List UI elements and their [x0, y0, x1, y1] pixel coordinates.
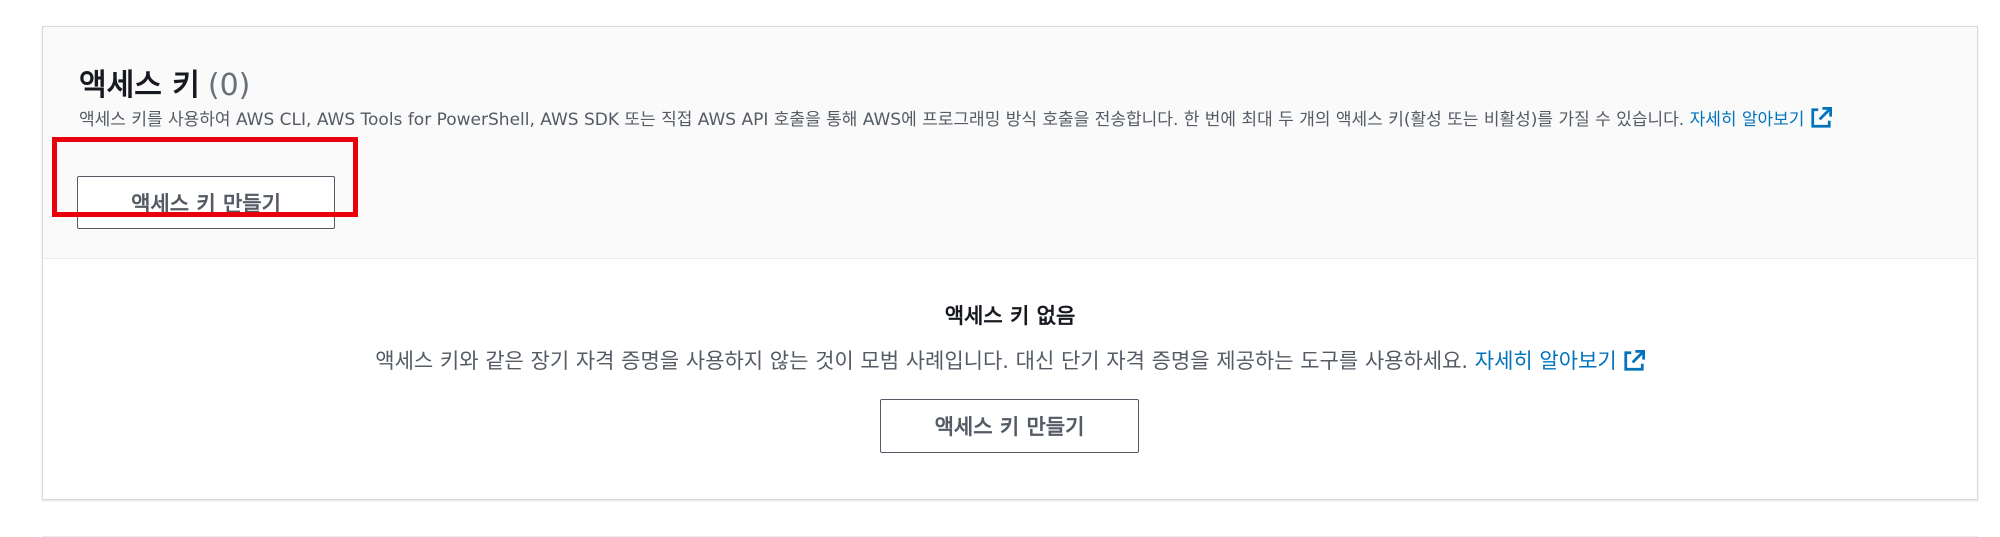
access-keys-count: (0)	[207, 68, 251, 103]
learn-more-link-text: 자세히 알아보기	[1474, 349, 1617, 373]
empty-state-description: 액세스 키와 같은 장기 자격 증명을 사용하지 않는 것이 모범 사례입니다.…	[43, 345, 1977, 375]
learn-more-link-text: 자세히 알아보기	[1689, 110, 1805, 130]
access-keys-description-text: 액세스 키를 사용하여 AWS CLI, AWS Tools for Power…	[79, 110, 1685, 130]
external-link-icon	[1811, 107, 1833, 128]
learn-more-link-empty[interactable]: 자세히 알아보기	[1475, 349, 1645, 373]
create-access-key-button-empty[interactable]: 액세스 키 만들기	[880, 399, 1139, 453]
access-keys-title-text: 액세스 키	[79, 68, 200, 103]
empty-state-description-text: 액세스 키와 같은 장기 자격 증명을 사용하지 않는 것이 모범 사례입니다.…	[375, 349, 1469, 373]
access-keys-panel: 액세스 키 (0) 액세스 키를 사용하여 AWS CLI, AWS Tools …	[42, 26, 1978, 500]
highlight-box	[52, 137, 358, 217]
access-keys-title: 액세스 키 (0)	[79, 60, 250, 104]
empty-state-title: 액세스 키 없음	[944, 304, 1076, 328]
external-link-icon	[1624, 350, 1645, 371]
access-keys-description: 액세스 키를 사용하여 AWS CLI, AWS Tools for Power…	[79, 107, 1969, 134]
learn-more-link-header[interactable]: 자세히 알아보기	[1689, 107, 1833, 130]
